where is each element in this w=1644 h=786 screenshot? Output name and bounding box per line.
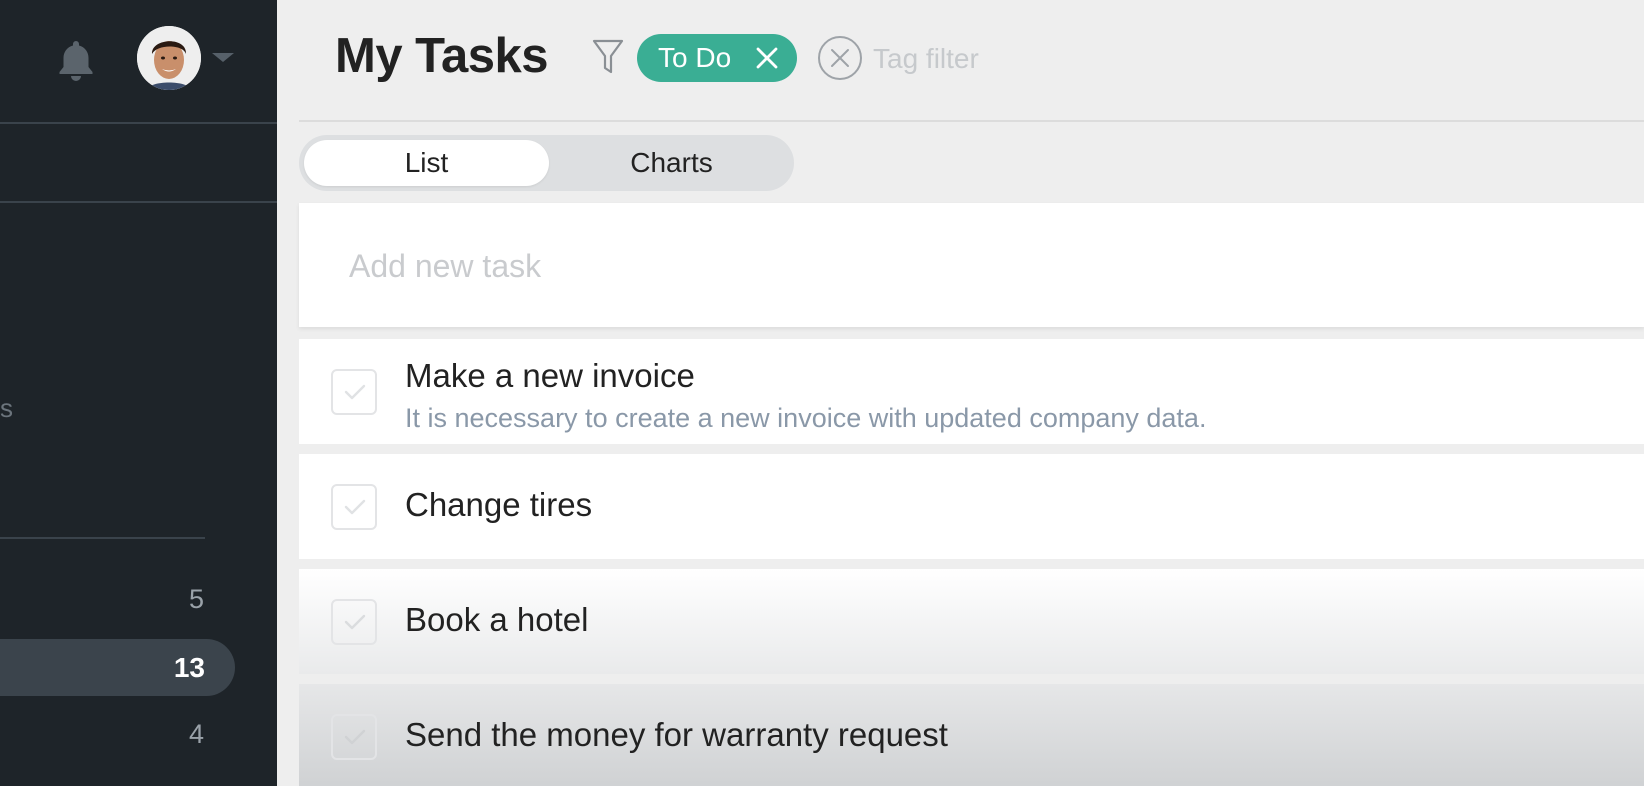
sidebar: s 5 13 4 (0, 0, 277, 786)
task-checkbox[interactable] (331, 369, 377, 415)
clear-filter-icon[interactable] (817, 35, 863, 81)
sidebar-item-label[interactable]: s (0, 393, 13, 424)
task-row[interactable]: Book a hotel (299, 569, 1644, 674)
task-row[interactable]: Change tires (299, 454, 1644, 559)
tag-chip-label: To Do (658, 42, 732, 73)
page-title: My Tasks (335, 29, 548, 83)
sidebar-divider (0, 537, 205, 539)
add-task-card (299, 203, 1644, 327)
tab-charts[interactable]: Charts (549, 140, 794, 186)
tag-chip[interactable]: To Do (637, 34, 797, 82)
avatar[interactable] (137, 26, 201, 90)
task-title: Change tires (405, 486, 593, 523)
task-title: Send the money for warranty request (405, 716, 948, 753)
sidebar-divider (0, 122, 277, 124)
tag-filter-input[interactable]: Tag filter (873, 43, 979, 75)
view-toggle: List Charts (299, 135, 794, 191)
task-checkbox[interactable] (331, 714, 377, 760)
task-title: Make a new invoice (405, 357, 695, 394)
task-row[interactable]: Make a new invoice It is necessary to cr… (299, 339, 1644, 444)
check-icon (344, 499, 366, 515)
task-row[interactable]: Send the money for warranty request (299, 684, 1644, 786)
add-task-input[interactable] (349, 241, 1549, 291)
sidebar-item-count[interactable]: 4 (189, 719, 204, 750)
sidebar-item-count: 13 (173, 652, 205, 683)
check-icon (344, 384, 366, 400)
sidebar-item-active[interactable]: 13 (0, 639, 235, 696)
bell-icon[interactable] (56, 38, 96, 82)
close-icon[interactable] (755, 46, 779, 70)
header-divider (299, 120, 1644, 122)
chevron-down-icon[interactable] (212, 53, 234, 62)
task-title: Book a hotel (405, 601, 589, 638)
task-checkbox[interactable] (331, 599, 377, 645)
task-checkbox[interactable] (331, 484, 377, 530)
tab-list[interactable]: List (304, 140, 549, 186)
main-content: My Tasks To Do Tag filter List Charts Ma… (277, 0, 1644, 786)
check-icon (344, 729, 366, 745)
check-icon (344, 614, 366, 630)
sidebar-item-count[interactable]: 5 (189, 584, 204, 615)
task-description: It is necessary to create a new invoice … (405, 403, 1207, 433)
filter-icon[interactable] (592, 38, 624, 76)
sidebar-divider (0, 201, 277, 203)
